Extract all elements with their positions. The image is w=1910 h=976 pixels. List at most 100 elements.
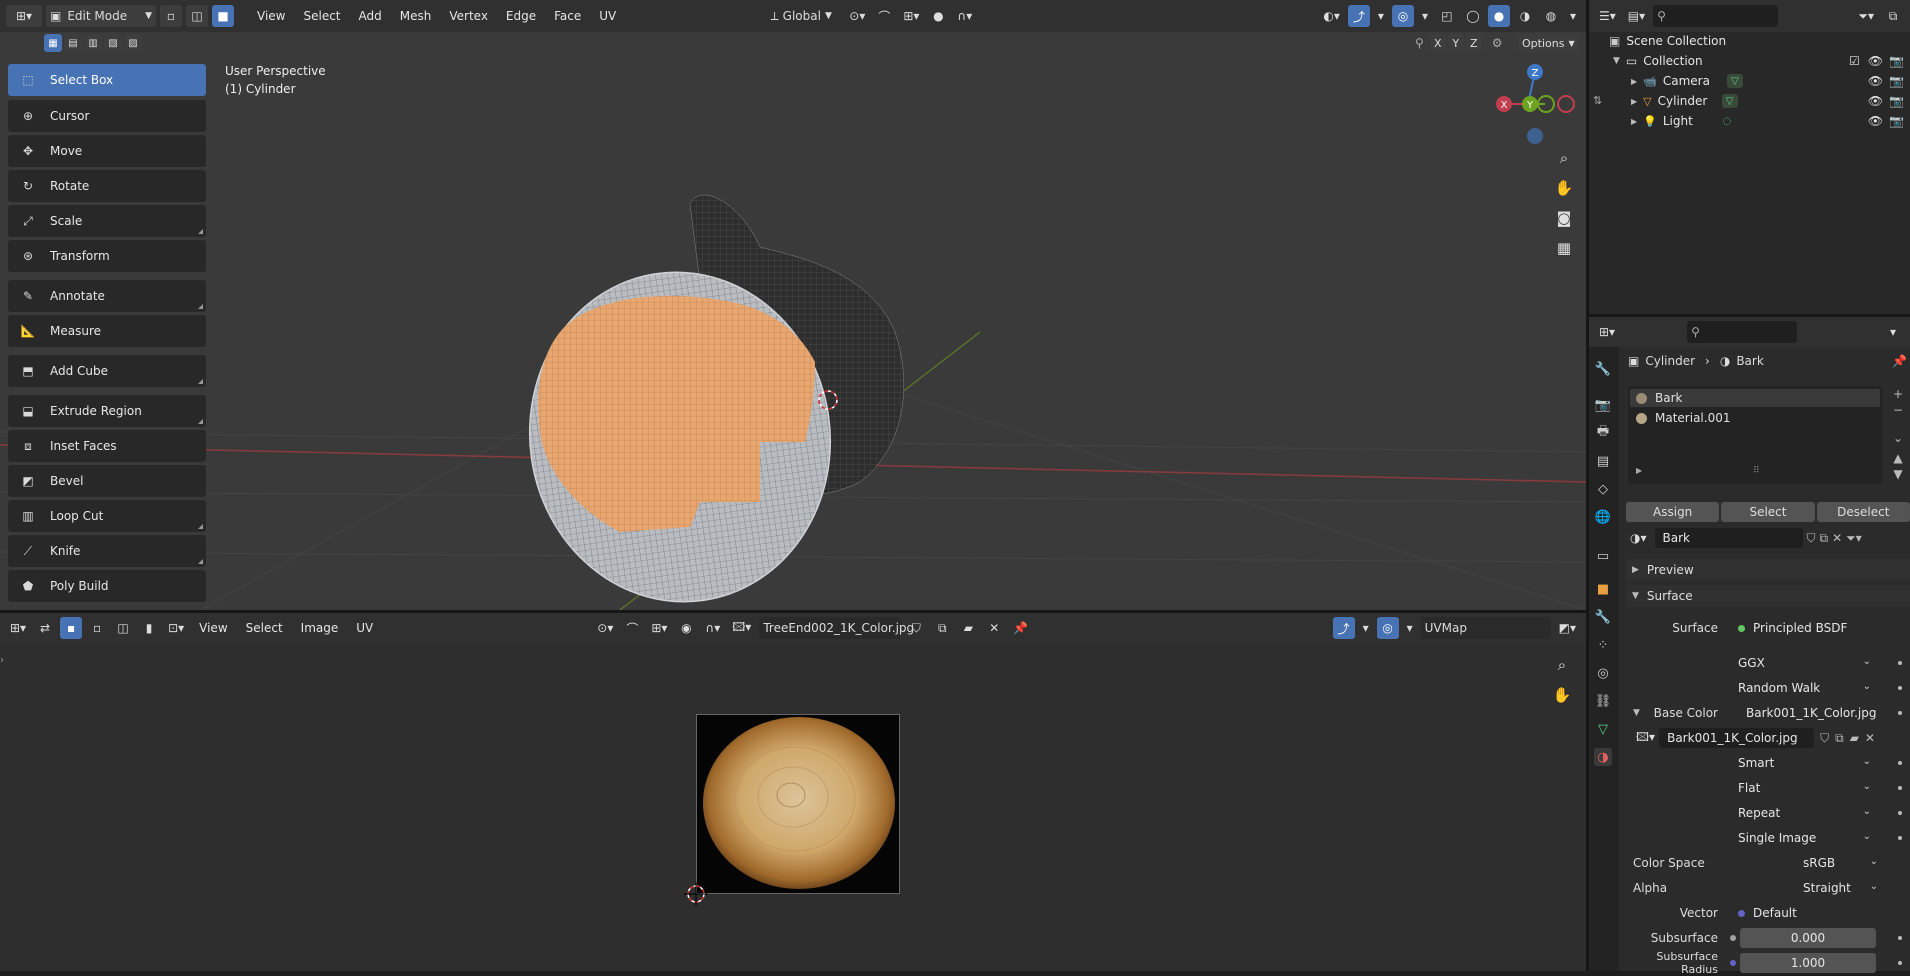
- keyframe-dot-icon[interactable]: [1898, 711, 1902, 715]
- material-name-field[interactable]: Bark: [1654, 528, 1803, 548]
- uv-proportional-toggle[interactable]: ◉: [675, 617, 697, 639]
- keyframe-dot-icon[interactable]: [1898, 786, 1902, 790]
- tool-knife[interactable]: ⟋ Knife: [8, 535, 206, 567]
- assign-button[interactable]: Assign: [1626, 502, 1720, 522]
- list-expand-arrow-icon[interactable]: ▶: [1636, 466, 1642, 475]
- menu-uv[interactable]: UV: [592, 9, 623, 23]
- camera-restrict-icon[interactable]: 📷: [1889, 74, 1904, 88]
- duplicate-material-icon[interactable]: ⧉: [1820, 531, 1829, 546]
- expand-arrow-icon[interactable]: ▶: [1631, 117, 1637, 126]
- base-color-field[interactable]: Bark001_1K_Color.jpg: [1730, 703, 1877, 723]
- tree-row-camera[interactable]: ▶ 📹 Camera ▽ 👁 📷: [1589, 71, 1910, 91]
- tool-inset-faces[interactable]: ⧈ Inset Faces: [8, 430, 206, 462]
- pin-properties-icon[interactable]: 📌: [1892, 354, 1907, 368]
- zoom-icon[interactable]: ⌕: [1550, 144, 1578, 172]
- properties-dropdown[interactable]: ▾: [1882, 321, 1904, 343]
- fake-user-icon[interactable]: ⛉: [1820, 731, 1829, 746]
- checkbox-icon[interactable]: ☑: [1849, 54, 1860, 68]
- surface-panel-header[interactable]: ▼ Surface: [1626, 585, 1910, 607]
- browse-image-icon[interactable]: 🖾▾: [1632, 727, 1659, 749]
- uv-zoom-icon[interactable]: ⌕: [1548, 651, 1576, 679]
- node-tree-icon[interactable]: ⏷▾: [1846, 531, 1862, 546]
- uv-gizmo-toggle[interactable]: ⤴: [1332, 617, 1355, 639]
- tool-annotate[interactable]: ✎ Annotate: [8, 280, 206, 312]
- uv-map-field[interactable]: UVMap: [1420, 617, 1551, 639]
- menu-view[interactable]: View: [250, 9, 292, 23]
- open-image-icon[interactable]: ▰: [1850, 731, 1859, 745]
- xray-toggle[interactable]: ◰: [1436, 5, 1458, 27]
- keyframe-dot-icon[interactable]: [1898, 661, 1902, 665]
- uv-menu-image[interactable]: Image: [294, 621, 346, 635]
- uv-gizmo-dropdown[interactable]: ▾: [1359, 617, 1373, 639]
- outliner-editor-type[interactable]: ☰▾: [1595, 5, 1620, 27]
- uv-sticky-mode[interactable]: ⊡▾: [164, 617, 188, 639]
- eye-icon[interactable]: 👁: [1868, 94, 1883, 108]
- menu-edge[interactable]: Edge: [499, 9, 543, 23]
- projection-dropdown[interactable]: Flat ⌄: [1730, 778, 1876, 798]
- viewport-3d[interactable]: ▦ ▤ ▥ ▧ ▨ ⚲ X Y Z ⚙ Options ▼ Z Y X User…: [0, 32, 1586, 610]
- uv-edge-mode[interactable]: ▫: [86, 617, 108, 639]
- tool-loop-cut[interactable]: ▥ Loop Cut: [8, 500, 206, 532]
- unlink-image-icon[interactable]: ✕: [1865, 731, 1875, 745]
- base-color-expand-icon[interactable]: ▼: [1633, 708, 1647, 718]
- material-slot-bark[interactable]: Bark: [1630, 389, 1880, 407]
- vertical-separator[interactable]: [1586, 0, 1589, 971]
- tree-row-cylinder[interactable]: ▶ ▽ Cylinder ▽ 👁 📷: [1589, 91, 1910, 111]
- move-down-icon[interactable]: ▼: [1888, 466, 1908, 482]
- expand-arrow-icon[interactable]: ▼: [1613, 56, 1620, 66]
- uv-editor-canvas[interactable]: ⌕ ✋ ›: [0, 643, 1586, 971]
- solid-shading-button[interactable]: ●: [1487, 5, 1510, 27]
- world-tab-icon[interactable]: 🌐: [1594, 508, 1612, 526]
- expand-arrow-icon[interactable]: ▶: [1631, 97, 1637, 106]
- uv-vertex-mode[interactable]: ▪: [60, 617, 83, 639]
- keyframe-dot-icon[interactable]: [1898, 936, 1902, 940]
- edge-select-button[interactable]: ◫: [186, 5, 208, 27]
- uv-falloff-button[interactable]: ∩▾: [701, 617, 724, 639]
- material-slot-material-001[interactable]: Material.001: [1630, 409, 1880, 427]
- sidebar-toggle-arrow[interactable]: ›: [0, 655, 4, 666]
- camera-restrict-icon[interactable]: 📷: [1889, 94, 1904, 108]
- keyframe-dot-icon[interactable]: [1898, 761, 1902, 765]
- deselect-button[interactable]: Deselect: [1816, 502, 1910, 522]
- image-browse-button[interactable]: 🖾▾: [728, 617, 755, 639]
- particles-tab-icon[interactable]: ⁘: [1594, 636, 1612, 654]
- wireframe-shading-button[interactable]: ◯: [1462, 5, 1484, 27]
- object-tab-icon[interactable]: ■: [1594, 580, 1612, 598]
- rendered-shading-button[interactable]: ◍: [1540, 5, 1562, 27]
- interpolation-dropdown[interactable]: Smart ⌄: [1730, 753, 1876, 773]
- scene-tab-icon[interactable]: ◇: [1594, 480, 1612, 498]
- constraints-tab-icon[interactable]: ⛓: [1594, 692, 1612, 710]
- unlink-material-icon[interactable]: ✕: [1832, 531, 1842, 545]
- ortho-grid-icon[interactable]: ▦: [1550, 234, 1578, 262]
- alpha-dropdown[interactable]: Straight ⌄: [1795, 878, 1883, 898]
- proportional-edit-toggle[interactable]: ●: [927, 5, 949, 27]
- overlay-dropdown[interactable]: ▾: [1418, 5, 1432, 27]
- fake-user-icon[interactable]: ⛉: [905, 617, 927, 639]
- eye-icon[interactable]: 👁: [1868, 74, 1883, 88]
- data-tab-icon[interactable]: ▽: [1594, 720, 1612, 738]
- move-up-icon[interactable]: ▲: [1888, 450, 1908, 466]
- pan-hand-icon[interactable]: ✋: [1550, 174, 1578, 202]
- vector-field[interactable]: Default: [1730, 903, 1876, 923]
- distribution-dropdown[interactable]: GGX ⌄: [1730, 653, 1876, 673]
- uv-face-mode[interactable]: ◫: [112, 617, 134, 639]
- tool-bevel[interactable]: ◩ Bevel: [8, 465, 206, 497]
- tool-poly-build[interactable]: ⬟ Poly Build: [8, 570, 206, 602]
- uv-menu-uv[interactable]: UV: [349, 621, 380, 635]
- pivot-point-button[interactable]: ⊙▾: [845, 5, 869, 27]
- uv-menu-view[interactable]: View: [192, 621, 234, 635]
- unlink-image-icon[interactable]: ✕: [983, 617, 1005, 639]
- display-mode-button[interactable]: ▤▾: [1624, 5, 1649, 27]
- subsurface-radius-field[interactable]: 1.000: [1740, 953, 1876, 973]
- keyframe-dot-icon[interactable]: [1898, 961, 1902, 965]
- camera-restrict-icon[interactable]: 📷: [1889, 54, 1904, 68]
- vertex-select-button[interactable]: ▫: [160, 5, 182, 27]
- fake-user-icon[interactable]: ⛉: [1807, 531, 1816, 546]
- keyframe-dot-icon[interactable]: [1898, 811, 1902, 815]
- tool-transform[interactable]: ⊛ Transform: [8, 240, 206, 272]
- keyframe-dot-icon[interactable]: [1898, 686, 1902, 690]
- keyframe-dot-icon[interactable]: [1898, 836, 1902, 840]
- tool-rotate[interactable]: ↻ Rotate: [8, 170, 206, 202]
- slot-specials-icon[interactable]: ⌄: [1888, 430, 1908, 446]
- camera-restrict-icon[interactable]: 📷: [1889, 114, 1904, 128]
